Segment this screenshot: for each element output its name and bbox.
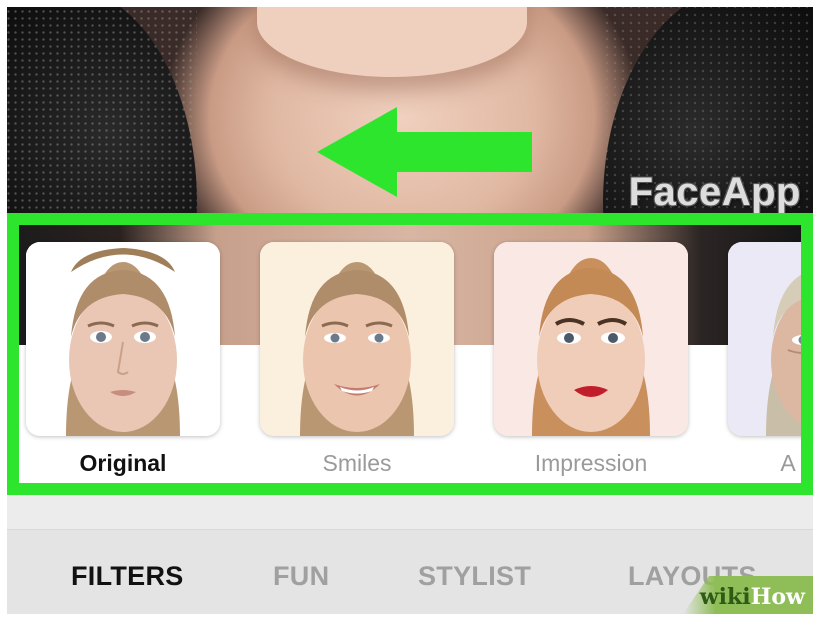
face-thumbnail-smiles — [260, 242, 454, 436]
wikihow-logo-how: How — [750, 584, 805, 610]
filter-label-partial: A — [780, 450, 796, 476]
tab-fun[interactable]: FUN — [273, 561, 329, 592]
swipe-left-arrow-icon — [317, 107, 532, 197]
tab-filters[interactable]: FILTERS — [71, 561, 184, 592]
filter-thumb-original[interactable] — [26, 242, 220, 436]
face-thumbnail-aging — [728, 242, 813, 436]
face-chin — [257, 7, 527, 77]
wikihow-logo: wikiHow — [700, 584, 805, 610]
filter-thumb-aging[interactable] — [728, 242, 813, 436]
tab-stylist[interactable]: STYLIST — [418, 561, 531, 592]
filter-thumb-smiles[interactable] — [260, 242, 454, 436]
filter-label-smiles: Smiles — [322, 450, 392, 476]
face-thumbnail-impression — [494, 242, 688, 436]
filter-label-original: Original — [79, 450, 167, 476]
wikihow-logo-wiki: wiki — [699, 584, 751, 610]
faceapp-logo: FaceApp — [628, 170, 801, 214]
filter-label-impression: Impression — [534, 450, 648, 476]
filter-intensity-area — [7, 495, 813, 529]
filter-thumb-impression[interactable] — [494, 242, 688, 436]
app-screen: FaceApp Original Smiles Impression A FIL… — [7, 7, 813, 614]
face-thumbnail-original — [26, 242, 220, 436]
